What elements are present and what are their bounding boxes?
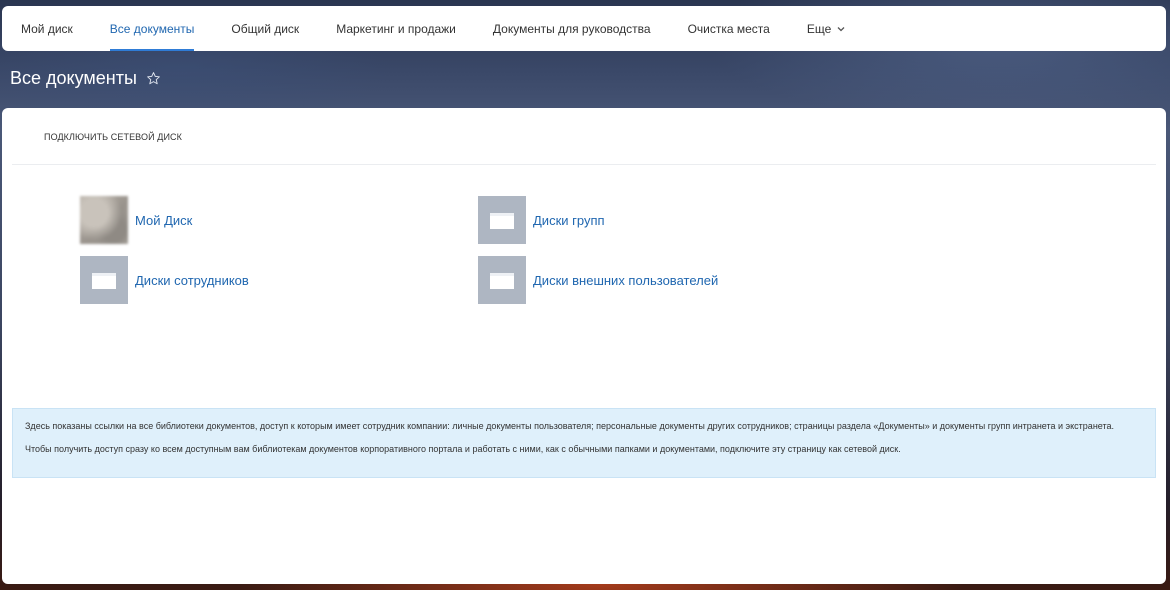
user-avatar [80, 196, 128, 244]
info-text: Чтобы получить доступ сразу ко всем дост… [25, 444, 901, 454]
library-label: Мой Диск [135, 212, 193, 228]
top-navigation: Мой диск Все документы Общий диск Маркет… [2, 6, 1166, 51]
divider [12, 164, 1156, 165]
nav-item-more[interactable]: Еще [807, 6, 845, 51]
folder-icon [478, 196, 526, 244]
page-title: Все документы [10, 68, 137, 88]
chevron-down-icon [837, 26, 845, 32]
nav-item-shared-disk[interactable]: Общий диск [231, 6, 299, 51]
nav-item-cleanup[interactable]: Очистка места [688, 6, 770, 51]
library-group-disks[interactable]: Диски групп [478, 196, 605, 244]
library-external-user-disks[interactable]: Диски внешних пользователей [478, 256, 718, 304]
info-text: Здесь показаны ссылки на все библиотеки … [25, 421, 1115, 431]
nav-item-management-documents[interactable]: Документы для руководства [493, 6, 651, 51]
library-label: Диски сотрудников [135, 272, 249, 288]
documents-panel: ПОДКЛЮЧИТЬ СЕТЕВОЙ ДИСК Мой Диск Диски г… [2, 108, 1166, 584]
nav-more-label: Еще [806, 21, 832, 36]
page-header: Все документы [10, 68, 161, 89]
star-icon[interactable] [146, 71, 161, 86]
nav-item-my-disk[interactable]: Мой диск [21, 6, 73, 51]
nav-item-marketing-sales[interactable]: Маркетинг и продажи [336, 6, 456, 51]
folder-icon [478, 256, 526, 304]
folder-icon [80, 256, 128, 304]
nav-item-all-documents[interactable]: Все документы [109, 6, 194, 51]
connect-network-disk-link[interactable]: ПОДКЛЮЧИТЬ СЕТЕВОЙ ДИСК [44, 132, 182, 142]
library-employee-disks[interactable]: Диски сотрудников [80, 256, 249, 304]
library-label: Диски внешних пользователей [533, 272, 719, 288]
info-box: Здесь показаны ссылки на все библиотеки … [12, 408, 1156, 478]
library-label: Диски групп [533, 212, 605, 228]
library-my-disk[interactable]: Мой Диск [80, 196, 192, 244]
